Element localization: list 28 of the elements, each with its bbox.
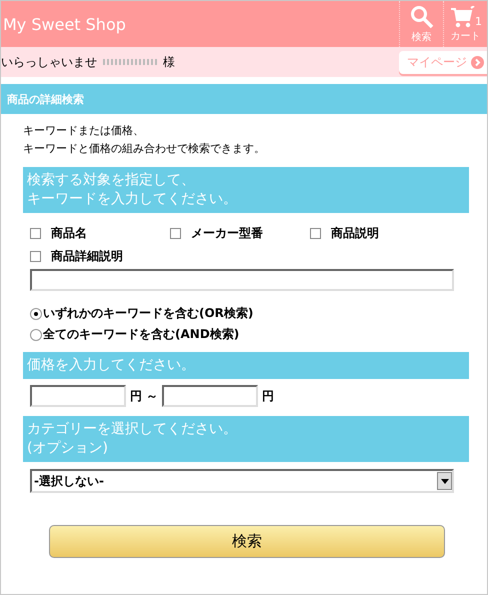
- search-submit-button[interactable]: 検索: [49, 525, 445, 558]
- target-checkbox[interactable]: 商品詳細説明: [30, 248, 170, 265]
- keyword-heading: 検索する対象を指定して、 キーワードを入力してください。: [23, 167, 469, 213]
- yen-label: 円: [130, 388, 142, 404]
- mode-radio[interactable]: いずれかのキーワードを含む(OR検索): [30, 305, 469, 322]
- category-heading: カテゴリーを選択してください。 (オプション): [23, 416, 469, 462]
- cart-icon: [449, 6, 475, 28]
- chevron-icon: [471, 56, 484, 68]
- max-price-field[interactable]: [162, 385, 258, 407]
- section-title: 商品の詳細検索: [1, 84, 487, 114]
- min-price-field[interactable]: [30, 385, 126, 407]
- tilde-label: ～: [146, 388, 158, 404]
- price-heading: 価格を入力してください。: [23, 352, 469, 379]
- category-select[interactable]: -選択しない-: [30, 469, 454, 493]
- intro-text: キーワードまたは価格、 キーワードと価格の組み合わせで検索できます。: [23, 123, 266, 157]
- shop-title: My Sweet Shop: [2, 14, 126, 34]
- target-checkbox[interactable]: メーカー型番: [170, 225, 310, 242]
- target-checkbox[interactable]: 商品名: [30, 225, 170, 242]
- dropdown-icon: [437, 472, 452, 490]
- cart-count: 1: [475, 14, 482, 28]
- hidden-name: [103, 59, 157, 65]
- search-icon: [410, 4, 434, 28]
- honorific-text: 様: [163, 54, 175, 70]
- keyword-field[interactable]: [30, 269, 454, 291]
- target-checkbox[interactable]: 商品説明: [310, 225, 450, 242]
- greeting-text: いらっしゃいませ: [1, 54, 97, 70]
- yen-label: 円: [262, 388, 274, 404]
- mode-radio[interactable]: 全てのキーワードを含む(AND検索): [30, 326, 469, 343]
